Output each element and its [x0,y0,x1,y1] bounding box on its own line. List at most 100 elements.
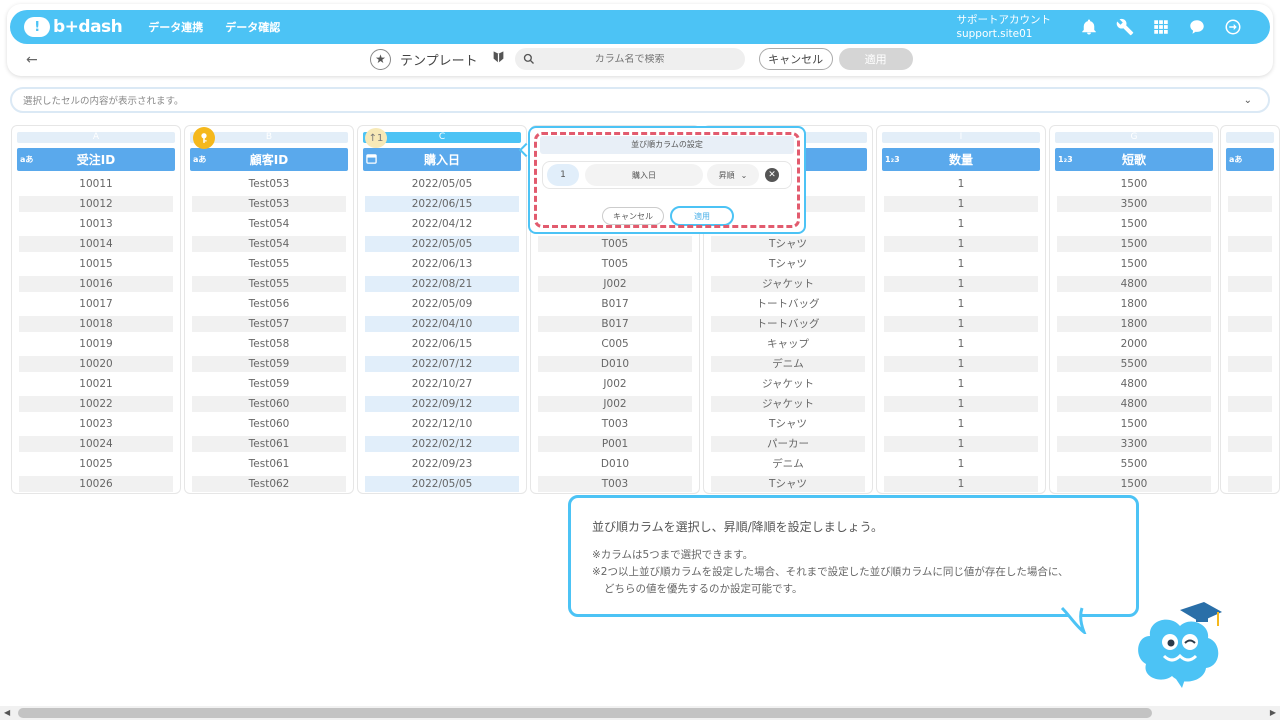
table-cell[interactable]: Test059 [192,356,346,372]
table-cell[interactable] [1228,296,1272,312]
cancel-button[interactable]: キャンセル [758,48,833,70]
table-cell[interactable]: Test053 [192,196,346,212]
table-cell[interactable]: C005 [538,336,692,352]
nav-data-link[interactable]: データ連携 [148,19,203,35]
logout-icon[interactable] [1222,16,1244,38]
table-cell[interactable]: 4800 [1057,396,1211,412]
table-cell[interactable]: 2022/09/12 [365,396,519,412]
table-cell[interactable]: 1 [884,356,1038,372]
table-cell[interactable]: 5500 [1057,356,1211,372]
table-cell[interactable]: Test060 [192,416,346,432]
table-cell[interactable]: 1 [884,176,1038,192]
table-cell[interactable]: 1 [884,456,1038,472]
table-cell[interactable]: Tシャツ [711,476,865,492]
table-cell[interactable] [1228,276,1272,292]
table-cell[interactable]: T003 [538,416,692,432]
table-cell[interactable] [1228,376,1272,392]
table-cell[interactable] [1228,356,1272,372]
table-cell[interactable]: Tシャツ [711,416,865,432]
table-cell[interactable] [1228,396,1272,412]
table-cell[interactable]: Tシャツ [711,256,865,272]
table-cell[interactable]: 10024 [19,436,173,452]
table-cell[interactable]: デニム [711,456,865,472]
table-cell[interactable]: J002 [538,396,692,412]
table-cell[interactable]: Test058 [192,336,346,352]
favorite-star-icon[interactable]: ★ [370,48,391,70]
column-letter[interactable]: A [17,132,175,143]
wrench-icon[interactable] [1114,16,1136,38]
table-cell[interactable]: Test061 [192,436,346,452]
column-letter[interactable] [1226,132,1274,143]
column-header[interactable]: aあ 受注ID [17,148,175,171]
table-cell[interactable]: 4800 [1057,376,1211,392]
table-cell[interactable]: 10011 [19,176,173,192]
table-cell[interactable]: 10018 [19,316,173,332]
table-cell[interactable]: 2022/05/05 [365,236,519,252]
table-cell[interactable]: ジャケット [711,376,865,392]
table-cell[interactable]: 2022/07/12 [365,356,519,372]
table-cell[interactable]: B017 [538,296,692,312]
table-cell[interactable]: ジャケット [711,396,865,412]
table-cell[interactable]: Test062 [192,476,346,492]
table-cell[interactable]: 2022/06/15 [365,336,519,352]
column-search[interactable] [514,48,745,70]
column-header[interactable]: aあ [1226,148,1274,171]
table-cell[interactable]: 1500 [1057,176,1211,192]
table-cell[interactable]: Test055 [192,276,346,292]
table-cell[interactable]: T005 [538,256,692,272]
table-cell[interactable]: 2022/05/09 [365,296,519,312]
column-header[interactable]: aあ 顧客ID [190,148,348,171]
table-cell[interactable]: D010 [538,356,692,372]
table-cell[interactable]: Test060 [192,396,346,412]
table-cell[interactable]: 10015 [19,256,173,272]
sort-order-select[interactable]: 昇順 ⌄ [707,164,759,186]
grid-icon[interactable] [1150,16,1172,38]
table-cell[interactable]: 4800 [1057,276,1211,292]
column-header[interactable]: 1₂3 短歌 [1055,148,1213,171]
table-cell[interactable]: 2022/02/12 [365,436,519,452]
table-cell[interactable]: Test054 [192,236,346,252]
app-logo[interactable]: ! b+dash [24,17,123,37]
table-cell[interactable]: T003 [538,476,692,492]
table-cell[interactable]: ジャケット [711,276,865,292]
search-input[interactable] [534,53,725,65]
table-cell[interactable]: B017 [538,316,692,332]
table-cell[interactable]: トートバッグ [711,296,865,312]
table-cell[interactable]: Test053 [192,176,346,192]
table-cell[interactable]: 10014 [19,236,173,252]
table-cell[interactable] [1228,456,1272,472]
table-cell[interactable]: Test054 [192,216,346,232]
table-cell[interactable]: 1800 [1057,316,1211,332]
scroll-left-icon[interactable]: ◀ [4,708,10,717]
table-cell[interactable]: Test061 [192,456,346,472]
back-arrow-icon[interactable]: ← [26,52,38,68]
table-cell[interactable]: 1 [884,396,1038,412]
table-cell[interactable]: 1500 [1057,416,1211,432]
table-cell[interactable] [1228,256,1272,272]
column-letter[interactable]: G [1055,132,1213,143]
table-cell[interactable]: 1 [884,216,1038,232]
table-cell[interactable]: デニム [711,356,865,372]
table-cell[interactable]: 1 [884,256,1038,272]
table-cell[interactable]: 2022/04/10 [365,316,519,332]
table-cell[interactable]: 1 [884,416,1038,432]
table-cell[interactable]: 1 [884,476,1038,492]
popup-apply-button[interactable]: 適用 [670,206,734,226]
table-cell[interactable]: 2022/06/15 [365,196,519,212]
table-cell[interactable]: Test057 [192,316,346,332]
account-info[interactable]: サポートアカウント support.site01 [957,13,1052,41]
chevron-down-icon[interactable]: ⌄ [1244,95,1252,106]
table-cell[interactable]: 1 [884,316,1038,332]
scroll-right-icon[interactable]: ▶ [1270,708,1276,717]
table-cell[interactable] [1228,176,1272,192]
table-cell[interactable]: 10019 [19,336,173,352]
table-cell[interactable]: 10023 [19,416,173,432]
table-cell[interactable]: 1 [884,376,1038,392]
table-cell[interactable]: T005 [538,236,692,252]
table-cell[interactable]: 2022/10/27 [365,376,519,392]
table-cell[interactable]: 5500 [1057,456,1211,472]
apply-button[interactable]: 適用 [838,48,913,70]
table-cell[interactable]: 10020 [19,356,173,372]
cell-content-bar[interactable]: 選択したセルの内容が表示されます。 ⌄ [10,87,1270,113]
table-cell[interactable]: D010 [538,456,692,472]
